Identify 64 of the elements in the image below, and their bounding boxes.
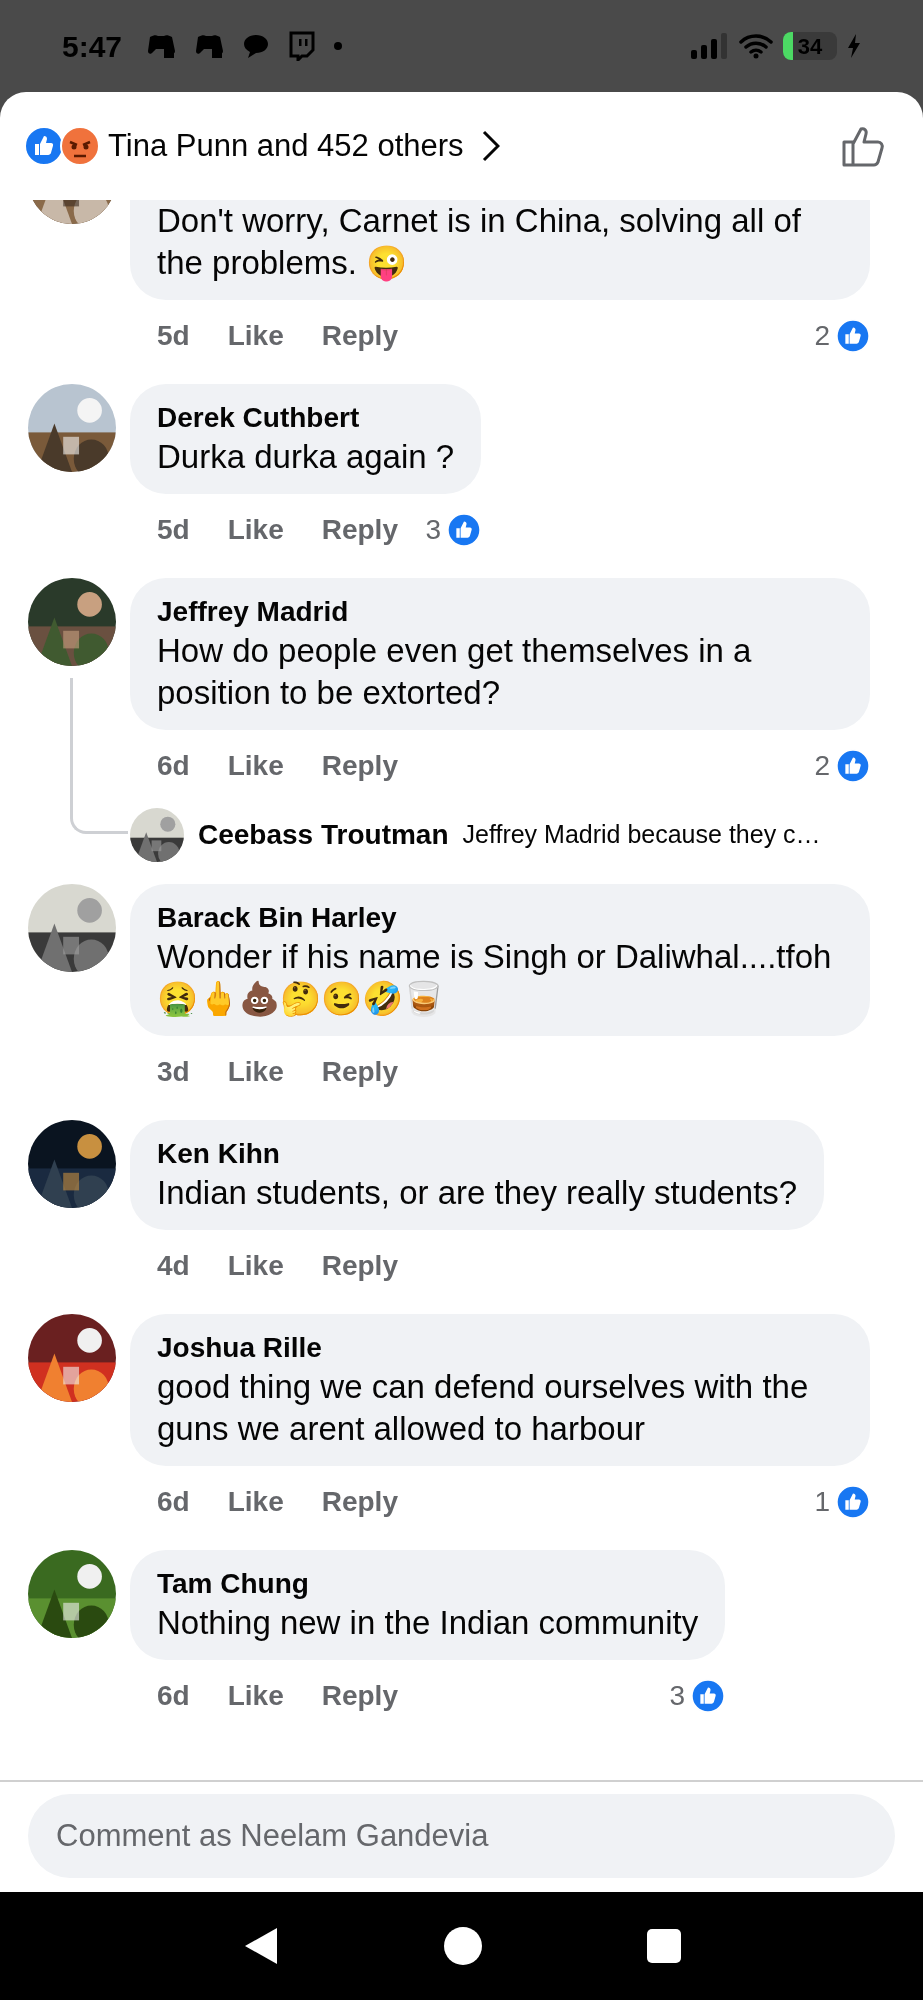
comment-time: 3d [157,1055,190,1089]
comment-text: Indian students, or are they really students? [157,1173,798,1213]
reply-link[interactable]: Reply [321,315,398,357]
reaction-count: 1 [814,1485,830,1519]
reaction-count: 3 [669,1679,686,1713]
comment-time: 5d [157,513,190,547]
commenter-name[interactable]: Barack Bin Harley [157,900,843,936]
wifi-icon [739,33,773,59]
reaction-count: 2 [814,749,830,783]
reaction-count: 3 [425,513,442,547]
like-reaction-icon [836,749,870,783]
commenter-name[interactable]: Joshua Rille [157,1330,843,1366]
reply-link[interactable]: Reply [321,509,398,551]
comment-text: How do people even get themselves in a position to be extorted? [157,631,753,713]
like-link[interactable]: Like [227,315,284,357]
comment-time: 5d [157,319,190,353]
reply-preview[interactable]: Jeffrey Madrid because they c… [462,816,821,854]
like-link[interactable]: Like [227,1051,284,1093]
comment-text: Nothing new in the Indian community [157,1603,699,1643]
commenter-name[interactable]: Ken Kihn [157,1136,798,1172]
comment-text: Don't worry, Carnet is in China, solving all of the problems. 😜 [157,201,802,284]
battery-indicator: 34 [783,32,837,60]
like-link[interactable]: Like [227,745,284,787]
comment-time: 6d [157,749,190,783]
recents-icon[interactable] [646,1929,681,1963]
reply-link[interactable]: Reply [321,1675,398,1717]
like-link[interactable]: Like [227,1245,284,1287]
signal-icon [691,33,729,59]
commenter-name[interactable]: Derek Cuthbert [157,400,455,436]
commenter-name[interactable]: Jeffrey Madrid [157,594,843,630]
status-time: 5:47 [62,28,123,65]
thumbs-up-icon[interactable] [841,124,887,168]
like-reaction-icon [691,1679,726,1713]
like-link[interactable]: Like [227,1675,284,1717]
reaction-count: 2 [814,319,830,353]
comment-text: good thing we can defend ourselves with the guns we arent allowed to harbour [157,1367,810,1449]
like-reaction-icon [836,319,870,353]
home-icon[interactable] [443,1927,482,1965]
reply-author[interactable]: Ceebass Troutman [198,814,449,856]
dot-icon [334,42,343,50]
chat-icon [242,33,271,59]
comment-time: 6d [157,1485,190,1519]
reply-link[interactable]: Reply [321,1481,398,1523]
reply-link[interactable]: Reply [321,745,398,787]
reactions-summary[interactable]: Tina Punn and 452 others [108,122,500,170]
comment-input[interactable]: Comment as Neelam Gandevia [28,1794,895,1878]
game-controller-icon [146,33,177,59]
game-controller-icon [194,33,225,59]
charging-icon [847,34,861,58]
reply-link[interactable]: Reply [321,1245,398,1287]
like-reaction-icon [447,513,482,547]
like-reaction-icon [24,126,64,166]
commenter-name[interactable]: Tam Chung [157,1566,699,1602]
comment-text: Wonder if his name is Singh or Daliwhal....tfoh 🤮🖕💩🤔😉🤣🥃 [157,937,833,1019]
reply-link[interactable]: Reply [321,1051,398,1093]
comment-time: 6d [157,1679,190,1713]
angry-reaction-icon [60,126,100,166]
comment-text: Durka durka again ? [157,437,455,477]
like-reaction-icon [836,1485,870,1519]
like-link[interactable]: Like [227,1481,284,1523]
like-link[interactable]: Like [227,509,284,551]
comment-time: 4d [157,1249,190,1283]
chevron-right-icon [481,130,500,162]
chat-box-icon [288,31,317,61]
